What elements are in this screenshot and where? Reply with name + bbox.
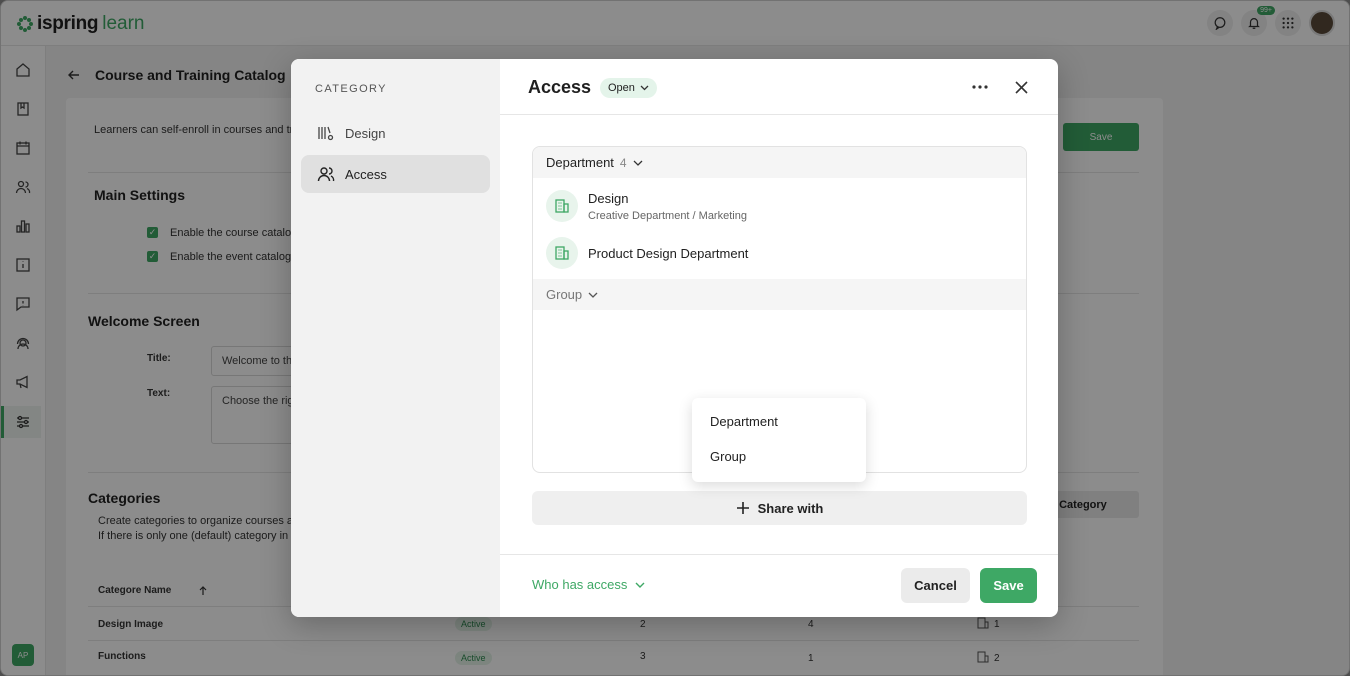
group-count: 4 — [619, 155, 627, 170]
modal-content: Access Open Department 4 Design Creative… — [500, 59, 1058, 617]
group-group-header[interactable]: Group — [533, 279, 1026, 310]
close-button[interactable] — [1009, 75, 1033, 99]
chevron-down-icon — [633, 160, 643, 166]
share-with-button[interactable]: Share with — [532, 491, 1027, 525]
entry-path: Creative Department / Marketing — [588, 209, 747, 222]
sidebar-item-design[interactable]: Design — [301, 114, 490, 152]
chevron-down-icon — [640, 85, 649, 91]
more-options-button[interactable] — [968, 75, 992, 99]
chevron-down-icon — [588, 292, 598, 298]
list-item[interactable]: Design Creative Department / Marketing — [546, 190, 747, 222]
sidebar-item-label: Access — [345, 166, 387, 182]
category-settings-modal: CATEGORY Design Access Access Open Depar… — [291, 59, 1058, 617]
entry-name: Product Design Department — [588, 245, 749, 261]
status-dropdown[interactable]: Open — [600, 78, 657, 98]
sidebar-item-access[interactable]: Access — [301, 155, 490, 193]
modal-sidebar-title: CATEGORY — [315, 83, 387, 95]
who-has-access-label: Who has access — [532, 577, 628, 592]
share-type-dropdown-menu: Department Group — [692, 398, 866, 482]
users-icon — [317, 167, 335, 182]
menu-item-department[interactable]: Department — [710, 414, 778, 429]
modal-footer: Who has access Cancel Save — [500, 554, 1058, 617]
design-settings-icon — [318, 126, 334, 141]
department-building-icon — [546, 190, 578, 222]
department-building-icon — [546, 237, 578, 269]
menu-item-group[interactable]: Group — [710, 449, 746, 464]
group-label: Department — [546, 155, 614, 170]
modal-header: Access Open — [500, 59, 1058, 115]
group-label: Group — [546, 287, 583, 302]
chevron-down-icon — [635, 582, 645, 588]
department-group-header[interactable]: Department 4 — [533, 147, 1026, 178]
plus-icon — [736, 502, 749, 514]
save-button[interactable]: Save — [980, 568, 1037, 603]
status-label: Open — [608, 82, 635, 94]
who-has-access-link[interactable]: Who has access — [532, 577, 645, 592]
share-with-label: Share with — [757, 500, 824, 516]
modal-sidebar: CATEGORY Design Access — [291, 59, 500, 617]
sidebar-item-label: Design — [345, 125, 386, 141]
close-icon — [1014, 80, 1028, 94]
cancel-button[interactable]: Cancel — [901, 568, 970, 603]
entry-name: Design — [588, 190, 629, 206]
modal-title: Access — [528, 77, 592, 97]
more-dots-icon — [972, 85, 988, 89]
list-item[interactable]: Product Design Department — [546, 237, 748, 269]
